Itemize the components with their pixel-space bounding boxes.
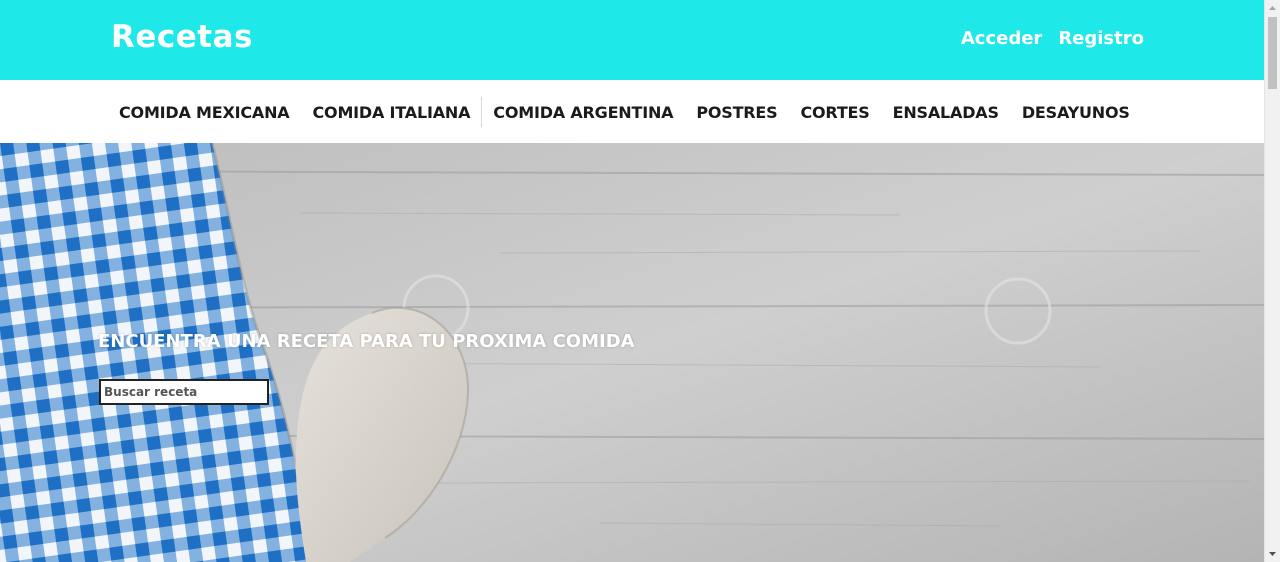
- nav-link-cortes[interactable]: CORTES: [800, 103, 869, 122]
- category-list: COMIDA MEXICANA COMIDA ITALIANA COMIDA A…: [108, 97, 1142, 127]
- nav-link-comida-italiana[interactable]: COMIDA ITALIANA: [313, 103, 471, 122]
- category-nav: COMIDA MEXICANA COMIDA ITALIANA COMIDA A…: [0, 80, 1264, 143]
- vertical-scrollbar[interactable]: [1264, 0, 1280, 562]
- scrollbar-thumb[interactable]: [1268, 17, 1277, 89]
- register-link[interactable]: Registro: [1058, 27, 1144, 51]
- nav-item-comida-argentina: COMIDA ARGENTINA: [482, 97, 685, 127]
- nav-item-comida-mexicana: COMIDA MEXICANA: [108, 97, 302, 127]
- nav-link-comida-mexicana[interactable]: COMIDA MEXICANA: [119, 103, 290, 122]
- nav-item-comida-italiana: COMIDA ITALIANA: [302, 97, 483, 127]
- nav-item-desayunos: DESAYUNOS: [1011, 97, 1142, 127]
- hero-title: ENCUENTRA UNA RECETA PARA TU PROXIMA COM…: [98, 331, 635, 352]
- nav-link-ensaladas[interactable]: ENSALADAS: [893, 103, 999, 122]
- nav-item-cortes: CORTES: [789, 97, 881, 127]
- nav-link-desayunos[interactable]: DESAYUNOS: [1022, 103, 1130, 122]
- nav-item-postres: POSTRES: [685, 97, 789, 127]
- page: Recetas Acceder Registro COMIDA MEXICANA…: [0, 0, 1264, 562]
- scroll-down-arrow-icon[interactable]: [1265, 546, 1280, 562]
- nav-link-comida-argentina[interactable]: COMIDA ARGENTINA: [493, 103, 673, 122]
- nav-item-ensaladas: ENSALADAS: [882, 97, 1011, 127]
- site-logo[interactable]: Recetas: [111, 17, 253, 57]
- site-header: Recetas Acceder Registro: [0, 0, 1264, 80]
- recipe-search-input[interactable]: [99, 379, 269, 405]
- nav-link-postres[interactable]: POSTRES: [696, 103, 777, 122]
- scroll-up-arrow-icon[interactable]: [1265, 0, 1280, 16]
- hero-section: ENCUENTRA UNA RECETA PARA TU PROXIMA COM…: [0, 143, 1264, 562]
- auth-links: Acceder Registro: [961, 27, 1144, 51]
- login-link[interactable]: Acceder: [961, 27, 1042, 51]
